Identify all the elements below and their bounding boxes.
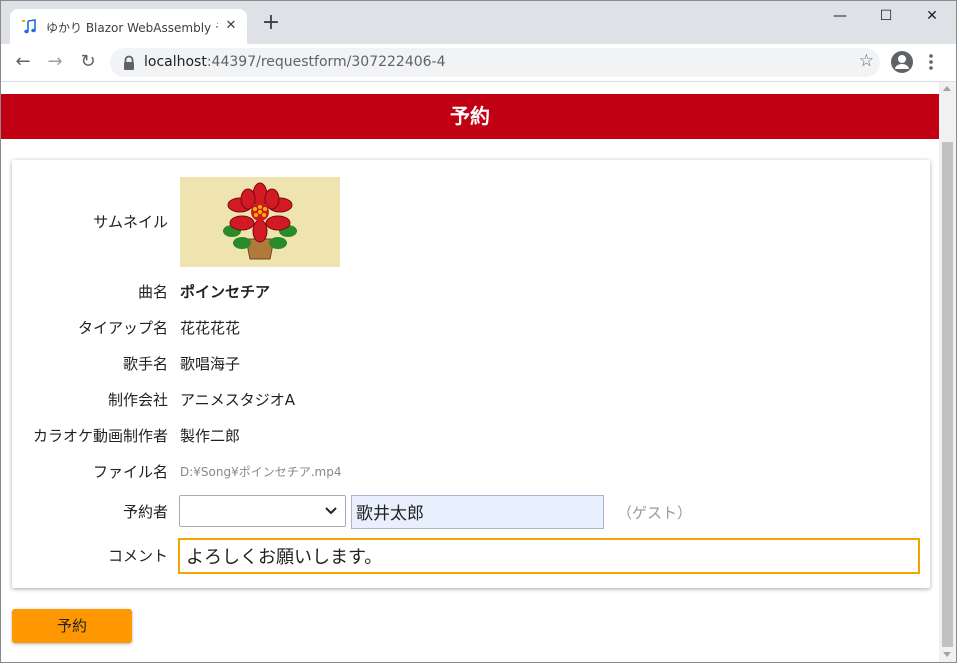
url-text: localhost:44397/requestform/307222406-4 (144, 54, 446, 70)
forward-icon[interactable]: → (43, 50, 67, 74)
url-host: localhost (144, 54, 207, 70)
new-tab-button[interactable]: + (259, 12, 283, 36)
maker-value: 製作二郎 (180, 427, 241, 445)
thumbnail-image (180, 177, 340, 267)
page-viewport: 予約 サムネイル 曲名 ポインセチア タイアップ名 花花花花 歌手名 歌唱海子 … (1, 82, 939, 662)
artist-label: 歌手名 (122, 355, 168, 373)
tieup-label: タイアップ名 (77, 319, 168, 337)
address-bar[interactable]: localhost:44397/requestform/307222406-4 … (110, 48, 880, 77)
requester-select[interactable] (179, 495, 346, 527)
maximize-button[interactable]: ☐ (863, 1, 909, 31)
file-value: D:¥Song¥ポインセチア.mp4 (180, 465, 342, 479)
artist-value: 歌唱海子 (180, 355, 241, 373)
comment-input[interactable]: よろしくお願いします。 (178, 538, 920, 574)
browser-toolbar: ← → ↻ localhost:44397/requestform/307222… (1, 44, 956, 82)
guest-note: （ゲスト） (617, 504, 693, 522)
lock-icon (124, 55, 134, 70)
tab-title: ゆかり Blazor WebAssembly デモ (46, 21, 218, 35)
scrollbar-thumb[interactable] (942, 142, 953, 647)
page-header-title: 予約 (1, 94, 939, 139)
close-window-button[interactable]: ✕ (909, 1, 955, 31)
song-label: 曲名 (137, 283, 168, 301)
music-note-icon (22, 19, 36, 34)
request-form-card: サムネイル 曲名 ポインセチア タイアップ名 花花花花 歌手名 歌唱海子 制作会… (12, 160, 930, 588)
maker-label: カラオケ動画制作者 (32, 427, 168, 445)
vertical-scrollbar[interactable] (939, 82, 956, 662)
reload-icon[interactable]: ↻ (76, 50, 100, 74)
studio-label: 制作会社 (107, 391, 168, 409)
tab-strip: ゆかり Blazor WebAssembly デモ ✕ + — ☐ ✕ (1, 1, 956, 44)
browser-tab[interactable]: ゆかり Blazor WebAssembly デモ ✕ (10, 9, 247, 44)
song-value: ポインセチア (180, 283, 271, 301)
poinsettia-icon (223, 182, 297, 260)
chevron-down-icon (325, 507, 337, 515)
studio-value: アニメスタジオA (180, 391, 295, 409)
back-icon[interactable]: ← (11, 50, 35, 74)
scroll-down-icon[interactable] (943, 652, 951, 657)
bookmark-star-icon[interactable]: ☆ (859, 51, 874, 71)
file-label: ファイル名 (92, 463, 168, 481)
tieup-value: 花花花花 (180, 319, 241, 337)
minimize-button[interactable]: — (817, 1, 863, 31)
submit-request-button[interactable]: 予約 (12, 609, 132, 643)
tab-close-icon[interactable]: ✕ (223, 18, 239, 34)
comment-label: コメント (107, 547, 168, 565)
thumbnail-label: サムネイル (93, 213, 168, 231)
requester-name-input[interactable]: 歌井太郎 (351, 495, 604, 529)
scroll-up-icon[interactable] (943, 86, 951, 91)
browser-window: ゆかり Blazor WebAssembly デモ ✕ + — ☐ ✕ ← → … (0, 0, 957, 663)
url-path: :44397/requestform/307222406-4 (206, 54, 446, 70)
requester-label: 予約者 (122, 503, 168, 521)
browser-menu-icon[interactable] (927, 52, 935, 72)
profile-avatar-icon[interactable] (890, 50, 914, 74)
